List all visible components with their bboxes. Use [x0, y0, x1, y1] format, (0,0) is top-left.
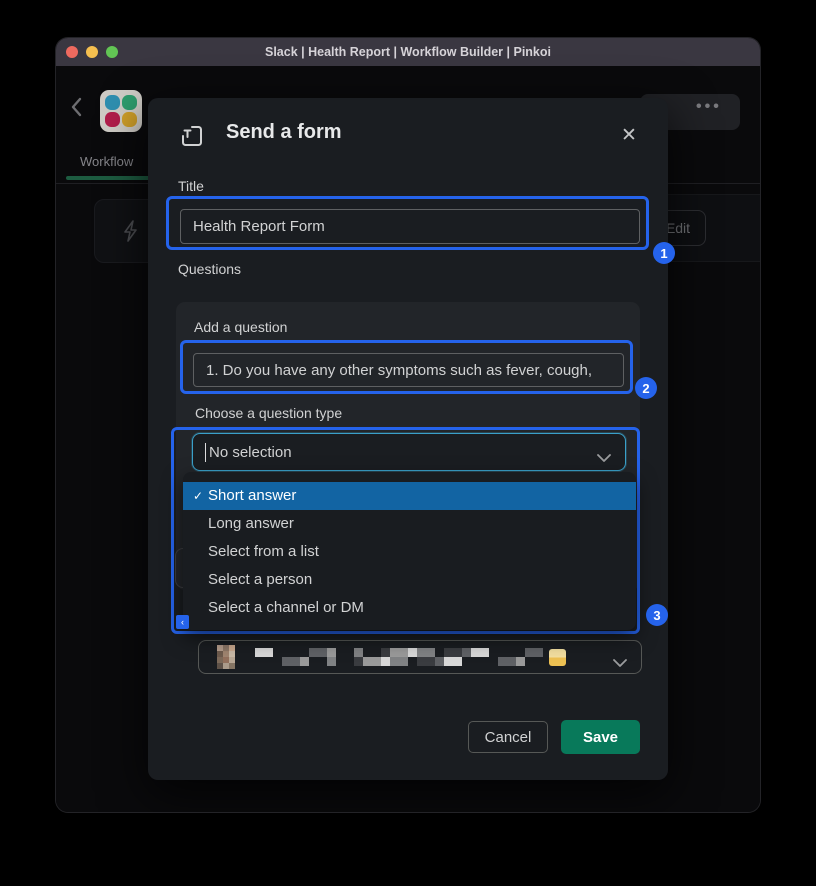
- lightning-bolt-icon: [120, 217, 144, 245]
- traffic-lights: [66, 46, 118, 58]
- annotation-box-3: No selection ✓ Short answer Long answer Sel…: [171, 427, 640, 634]
- form-title-input[interactable]: Health Report Form: [180, 209, 640, 244]
- app-icon-blue-dot: [105, 95, 120, 110]
- annotation-box-2: 1. Do you have any other symptoms such a…: [180, 340, 633, 394]
- check-icon: ✓: [193, 482, 203, 510]
- form-icon: [180, 124, 204, 153]
- annotation-box-1: Health Report Form: [166, 196, 649, 250]
- close-icon[interactable]: ✕: [616, 122, 642, 148]
- tab-workflow[interactable]: Workflow: [80, 154, 133, 169]
- dropdown-option[interactable]: Select a channel or DM: [183, 594, 636, 622]
- hidden-element-corner: ‹: [176, 615, 189, 629]
- workflow-app-icon: [100, 90, 142, 132]
- dropdown-option[interactable]: ✓ Short answer: [183, 482, 636, 510]
- back-chevron-icon[interactable]: [68, 96, 84, 123]
- annotation-badge-3: 3: [646, 604, 668, 626]
- modal-title: Send a form: [226, 121, 342, 144]
- annotation-badge-1: 1: [653, 242, 675, 264]
- dropdown-option-label: Short answer: [208, 487, 296, 504]
- dropdown-option[interactable]: Select a person: [183, 566, 636, 594]
- question-type-label: Choose a question type: [195, 405, 342, 421]
- dropdown-option-label: Select a channel or DM: [208, 599, 364, 616]
- text-cursor: [205, 443, 206, 462]
- dropdown-option-label: Long answer: [208, 515, 294, 532]
- title-field-label: Title: [178, 178, 204, 194]
- question-type-dropdown: ✓ Short answer Long answer Select from a li…: [183, 472, 636, 630]
- dropdown-option-label: Select from a list: [208, 543, 319, 560]
- window-title: Slack | Health Report | Workflow Builder…: [265, 45, 551, 59]
- emoji-icon: [549, 649, 566, 666]
- question-type-select[interactable]: No selection: [192, 433, 626, 471]
- redacted-text: [255, 648, 541, 666]
- avatar: [217, 645, 235, 669]
- more-options-icon[interactable]: •••: [696, 98, 722, 116]
- app-window: Slack | Health Report | Workflow Builder…: [56, 38, 760, 812]
- send-a-form-modal: Send a form ✕ Title Health Report Form 1…: [148, 98, 668, 780]
- dropdown-option-label: Select a person: [208, 571, 312, 588]
- questions-section-label: Questions: [178, 261, 241, 277]
- save-button[interactable]: Save: [561, 720, 640, 754]
- channel-selector[interactable]: [198, 640, 642, 674]
- window-titlebar: Slack | Health Report | Workflow Builder…: [56, 38, 760, 66]
- dropdown-option[interactable]: Long answer: [183, 510, 636, 538]
- cancel-button[interactable]: Cancel: [468, 721, 548, 753]
- annotation-badge-2: 2: [635, 377, 657, 399]
- question-text-input[interactable]: 1. Do you have any other symptoms such a…: [193, 353, 624, 387]
- screen: Slack | Health Report | Workflow Builder…: [0, 0, 816, 886]
- close-window-button[interactable]: [66, 46, 78, 58]
- add-question-label: Add a question: [194, 319, 287, 335]
- minimize-window-button[interactable]: [86, 46, 98, 58]
- chevron-down-icon: [613, 654, 627, 672]
- zoom-window-button[interactable]: [106, 46, 118, 58]
- question-type-select-value: No selection: [209, 444, 292, 461]
- chevron-down-icon: [597, 449, 611, 467]
- app-icon-red-dot: [105, 112, 120, 127]
- dropdown-option[interactable]: Select from a list: [183, 538, 636, 566]
- app-icon-green-dot: [122, 95, 137, 110]
- app-icon-yellow-dot: [122, 112, 137, 127]
- window-content: Workflow Edit ••• Send a form ✕: [56, 66, 760, 812]
